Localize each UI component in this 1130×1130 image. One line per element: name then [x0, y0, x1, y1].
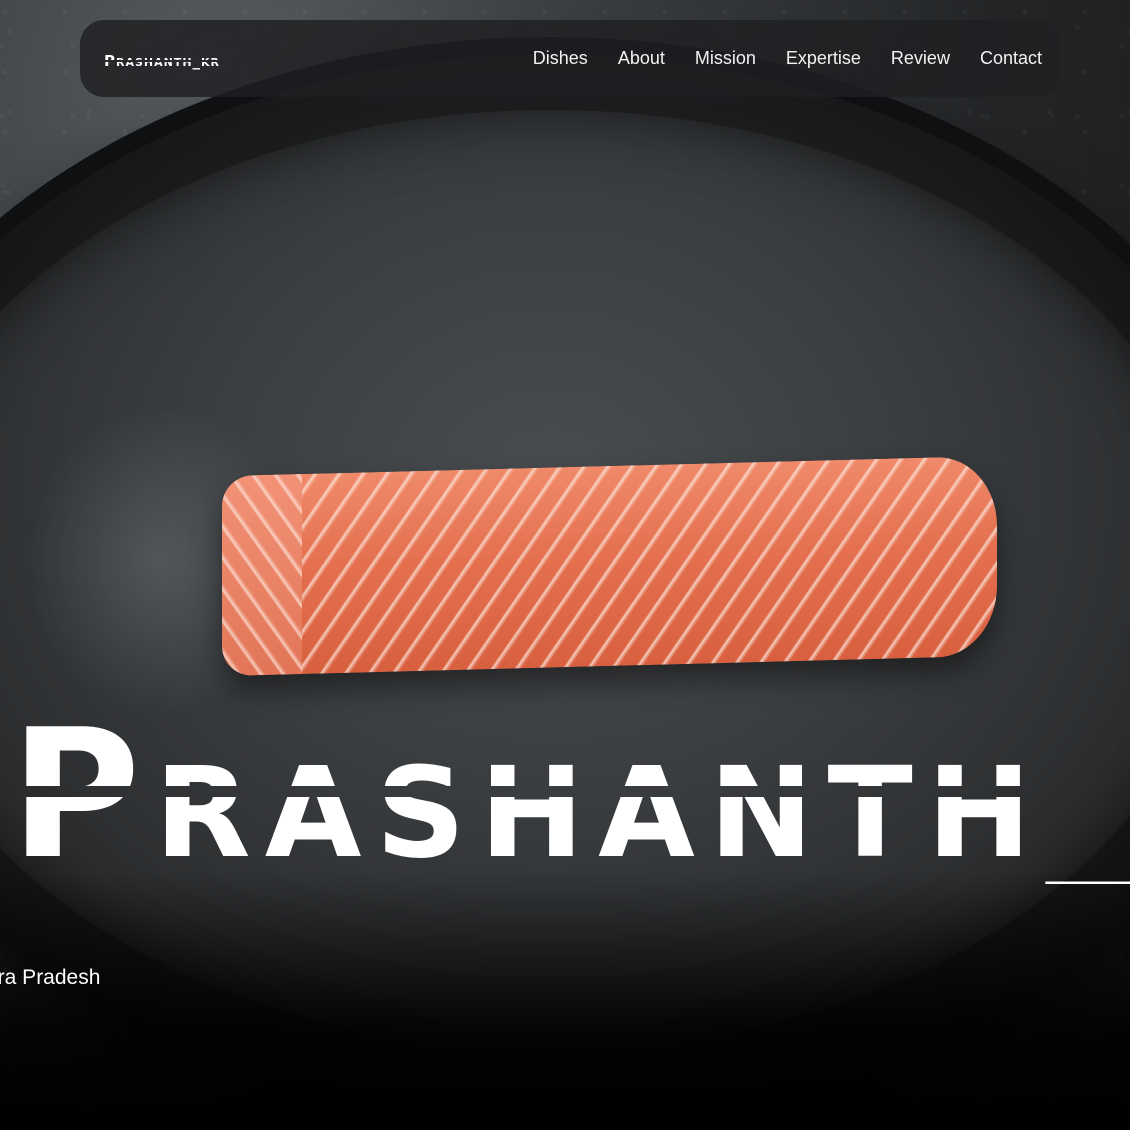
nav-link-mission[interactable]: Mission: [695, 48, 756, 69]
nav-link-expertise[interactable]: Expertise: [786, 48, 861, 69]
brand-logo[interactable]: Prashanth_kr: [104, 52, 220, 70]
hero-title: Prashanth_kr: [10, 706, 1130, 884]
nav-link-about[interactable]: About: [618, 48, 665, 69]
hero-section: Prashanth_kr Dishes About Mission Expert…: [0, 0, 1130, 1130]
nav-links: Dishes About Mission Expertise Review Co…: [533, 48, 1042, 69]
nav-link-contact[interactable]: Contact: [980, 48, 1042, 69]
bottom-gradient: [0, 870, 1130, 1130]
nav-link-review[interactable]: Review: [891, 48, 950, 69]
nav-link-dishes[interactable]: Dishes: [533, 48, 588, 69]
salmon-fillet-image: [222, 455, 997, 677]
top-navbar: Prashanth_kr Dishes About Mission Expert…: [80, 20, 1060, 97]
hero-location: hra Pradesh: [0, 966, 101, 989]
